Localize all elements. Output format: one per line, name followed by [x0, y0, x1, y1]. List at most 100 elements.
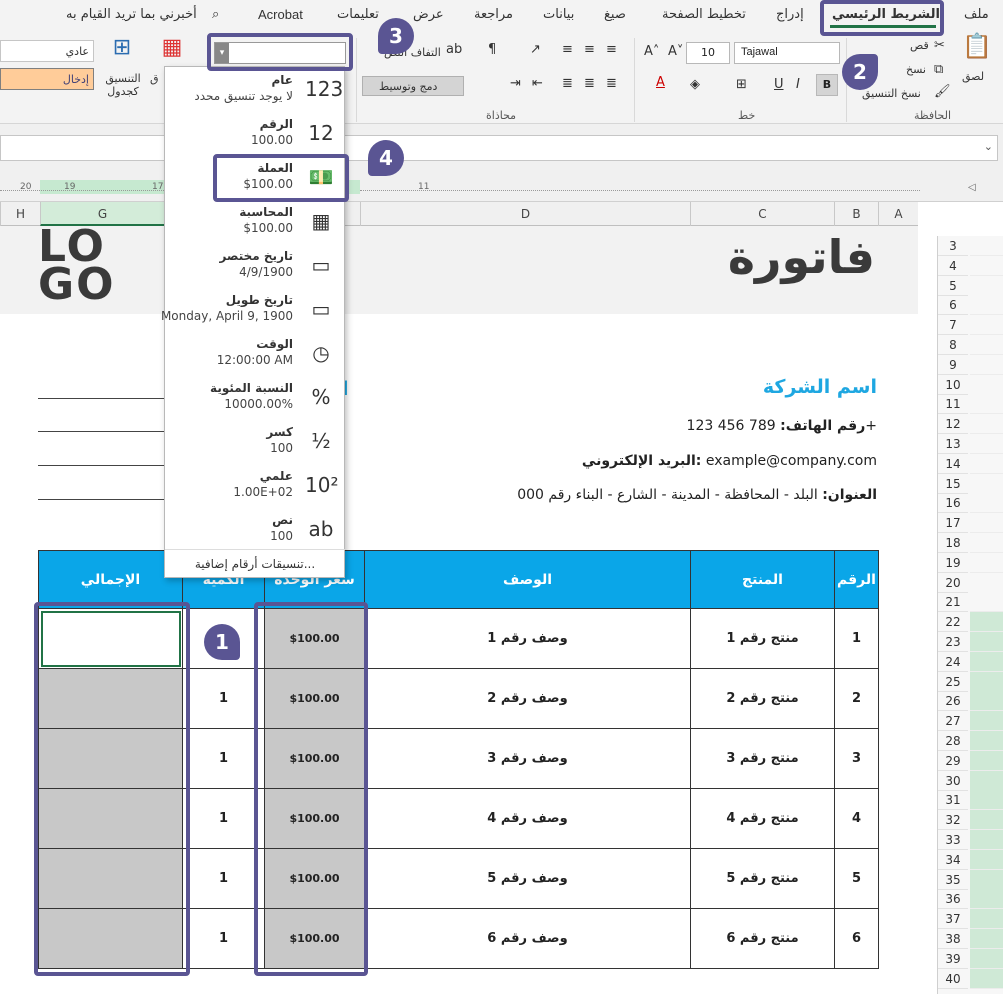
font-color-icon[interactable]: A [656, 75, 665, 91]
align-middle-icon[interactable]: ≡ [584, 42, 595, 58]
row-header[interactable]: 3 [938, 236, 968, 256]
column-header-h[interactable]: H [0, 202, 40, 226]
row-cell[interactable] [970, 948, 1003, 969]
row-header[interactable]: 27 [938, 711, 968, 732]
row-cell[interactable] [970, 651, 1003, 672]
row-header[interactable]: 6 [938, 295, 968, 316]
row-header[interactable]: 35 [938, 870, 968, 890]
format-option[interactable]: كسر 100 ½ [165, 419, 345, 463]
row-cell[interactable] [970, 592, 1003, 613]
row-header[interactable]: 19 [938, 553, 968, 573]
format-painter-icon[interactable]: 🖌 [934, 84, 951, 100]
row-header[interactable]: 39 [938, 949, 968, 969]
increase-font-icon[interactable]: A˄ [644, 44, 659, 60]
number-cell[interactable]: 6 [834, 908, 879, 969]
row-cell[interactable] [970, 790, 1003, 811]
number-cell[interactable]: 3 [834, 728, 879, 789]
align-left-icon[interactable]: ≣ [562, 76, 573, 92]
row-cell[interactable] [970, 552, 1003, 573]
row-header[interactable]: 11 [938, 394, 968, 415]
row-header[interactable]: 33 [938, 830, 968, 850]
cut-label[interactable]: قص [910, 39, 929, 52]
align-bottom-icon[interactable]: ≡ [562, 42, 573, 58]
menu-acrobat[interactable]: Acrobat [258, 7, 303, 22]
row-cell[interactable] [970, 849, 1003, 870]
bold-button[interactable]: B [816, 74, 838, 96]
row-cell[interactable] [970, 632, 1003, 652]
decrease-font-icon[interactable]: A˅ [668, 44, 683, 60]
format-option[interactable]: الرقم 100.00 12 [165, 111, 345, 155]
row-header[interactable]: 5 [938, 276, 968, 296]
row-cell[interactable] [970, 473, 1003, 494]
cut-icon[interactable]: ✂ [934, 38, 945, 54]
row-cell[interactable] [970, 354, 1003, 375]
row-header[interactable]: 38 [938, 929, 968, 949]
fill-color-icon[interactable]: ◈ [690, 77, 700, 93]
row-header[interactable]: 36 [938, 889, 968, 910]
row-header[interactable]: 16 [938, 493, 968, 514]
row-cell[interactable] [970, 236, 1003, 256]
number-cell[interactable]: 1 [834, 608, 879, 669]
row-header[interactable]: 29 [938, 751, 968, 771]
row-header[interactable]: 22 [938, 612, 968, 633]
number-cell[interactable]: 2 [834, 668, 879, 729]
row-header[interactable]: 10 [938, 375, 968, 395]
header-total[interactable]: الإجمالي [38, 550, 183, 609]
row-cell[interactable] [970, 810, 1003, 831]
row-header[interactable]: 30 [938, 771, 968, 791]
row-cell[interactable] [970, 335, 1003, 355]
row-cell[interactable] [970, 493, 1003, 514]
description-cell[interactable]: وصف رقم 5 [364, 848, 691, 909]
menu-file[interactable]: ملف [964, 7, 989, 22]
more-number-formats[interactable]: تنسيقات أرقام إضافية... [165, 549, 345, 577]
format-as-table-icon[interactable]: ⊞ [108, 37, 136, 68]
format-as-table-label[interactable]: التنسيق كجدول [100, 72, 146, 98]
quantity-cell[interactable]: 1 [182, 788, 265, 849]
menu-page-layout[interactable]: تخطيط الصفحة [662, 7, 746, 22]
align-top-icon[interactable]: ≡ [606, 42, 617, 58]
description-cell[interactable]: وصف رقم 3 [364, 728, 691, 789]
row-header[interactable]: 21 [938, 592, 968, 613]
row-cell[interactable] [970, 889, 1003, 910]
row-cell[interactable] [970, 731, 1003, 751]
row-cell[interactable] [970, 770, 1003, 791]
copy-icon[interactable]: ⧉ [934, 62, 943, 78]
row-cell[interactable] [970, 255, 1003, 276]
style-input[interactable]: إدخال [0, 68, 94, 90]
row-cell[interactable] [970, 295, 1003, 316]
column-header-c[interactable]: C [690, 202, 834, 226]
row-header[interactable]: 24 [938, 652, 968, 672]
format-option[interactable]: عام لا يوجد تنسيق محدد 123 [165, 67, 345, 111]
row-cell[interactable] [970, 968, 1003, 989]
row-cell[interactable] [970, 750, 1003, 771]
row-header[interactable]: 28 [938, 731, 968, 751]
indent-increase-icon[interactable]: ⇥ [510, 76, 521, 92]
search-icon[interactable]: ⌕ [212, 7, 219, 22]
borders-icon[interactable]: ⊞ [736, 77, 747, 93]
style-normal[interactable]: عادي [0, 40, 94, 62]
format-option[interactable]: علمي 1.00E+02 10² [165, 463, 345, 507]
row-header[interactable]: 17 [938, 513, 968, 534]
header-description[interactable]: الوصف [364, 550, 691, 609]
format-option[interactable]: تاريخ مختصر 4/9/1900 ▭ [165, 243, 345, 287]
underline-button[interactable]: U [774, 77, 784, 93]
description-cell[interactable]: وصف رقم 1 [364, 608, 691, 669]
align-right-icon[interactable]: ≣ [606, 76, 617, 92]
product-cell[interactable]: منتج رقم 1 [690, 608, 835, 669]
menu-formulas[interactable]: صيغ [604, 7, 626, 22]
row-header[interactable]: 31 [938, 790, 968, 811]
row-cell[interactable] [970, 533, 1003, 553]
row-cell[interactable] [970, 691, 1003, 712]
row-header[interactable]: 15 [938, 474, 968, 494]
conditional-format-label[interactable]: ق [150, 72, 159, 85]
row-cell[interactable] [970, 671, 1003, 692]
quantity-cell[interactable]: 1 [182, 668, 265, 729]
row-cell[interactable] [970, 909, 1003, 930]
row-header[interactable]: 23 [938, 632, 968, 652]
paste-label[interactable]: لصق [962, 70, 984, 83]
row-cell[interactable] [970, 374, 1003, 395]
paste-icon[interactable]: 📋 [962, 34, 992, 68]
product-cell[interactable]: منتج رقم 6 [690, 908, 835, 969]
row-header[interactable]: 34 [938, 850, 968, 870]
copy-label[interactable]: نسخ [906, 63, 926, 76]
